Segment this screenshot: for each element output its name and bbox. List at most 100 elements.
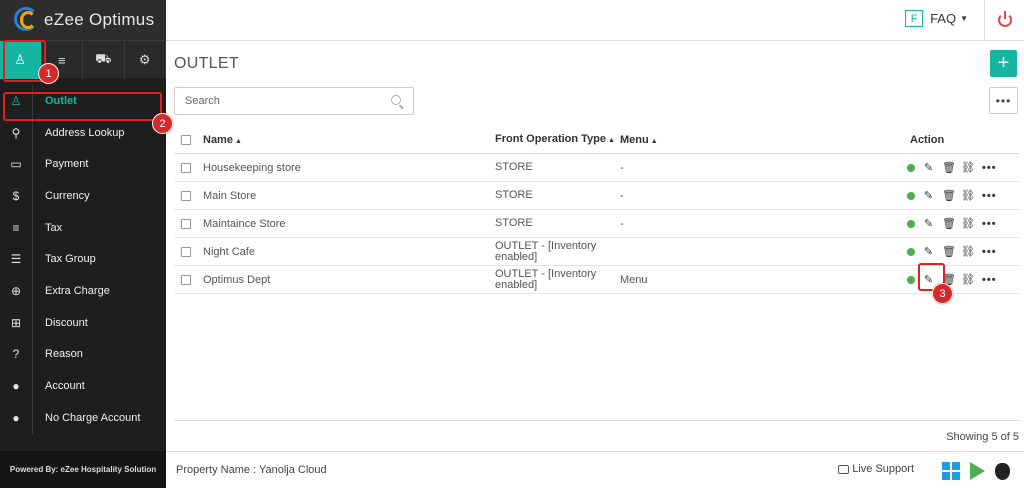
more-icon[interactable]: •••	[982, 218, 997, 230]
user-solid-icon: ●	[0, 370, 33, 402]
google-play-icon[interactable]	[970, 462, 985, 480]
cell-name: Optimus Dept	[203, 273, 271, 286]
sidebar-item-address-lookup[interactable]: ⚲ Address Lookup	[0, 116, 166, 149]
sidebar-item-label: Reason	[45, 348, 83, 361]
status-dot[interactable]	[907, 219, 915, 228]
cell-menu: -	[620, 161, 624, 174]
table-row: Main Store STORE - ✎ 🗑 ⛓ •••	[174, 182, 1019, 210]
status-dot[interactable]	[907, 275, 915, 284]
cell-menu: -	[620, 217, 624, 230]
column-name-label: Name	[203, 134, 233, 146]
link-icon[interactable]: ⛓	[961, 273, 975, 286]
sidebar-item-tax-group[interactable]: ☰ Tax Group	[0, 243, 166, 276]
windows-icon[interactable]	[942, 462, 960, 480]
cell-name: Maintaince Store	[203, 217, 286, 230]
sort-asc-icon: ▲	[650, 138, 658, 145]
powered-by: Powered By: eZee Hospitality Solution	[0, 451, 166, 488]
tab-settings[interactable]: ⚙	[125, 41, 166, 79]
status-dot[interactable]	[907, 247, 915, 256]
sidebar-item-label: Discount	[45, 316, 88, 329]
sidebar-item-extra-charge[interactable]: ⊕ Extra Charge	[0, 275, 166, 307]
link-icon[interactable]: ⛓	[961, 161, 975, 174]
link-icon[interactable]: ⛓	[961, 189, 975, 202]
row-checkbox[interactable]	[181, 274, 191, 285]
column-name[interactable]: Name ▲	[203, 134, 495, 146]
sidebar-item-account[interactable]: ● Account	[0, 370, 166, 402]
table-header: Name ▲ Front Operation Type ▲ Menu ▲ Action	[174, 127, 1019, 154]
trash-icon[interactable]: 🗑	[942, 245, 956, 258]
chat-icon	[838, 464, 850, 474]
live-support-link[interactable]: Live Support	[838, 463, 914, 475]
row-checkbox[interactable]	[181, 246, 191, 257]
row-checkbox[interactable]	[181, 190, 191, 201]
list-icon: ☰	[0, 243, 33, 276]
faq-badge: F	[905, 10, 924, 27]
bars-icon: ≡	[0, 211, 33, 244]
sidebar-item-payment[interactable]: ▭ Payment	[0, 148, 166, 181]
plus-circle-icon: ⊕	[0, 275, 33, 307]
column-type[interactable]: Front Operation Type ▲	[495, 134, 620, 146]
trash-icon[interactable]: 🗑	[942, 217, 956, 230]
sidebar-menu: ♙ Outlet ⚲ Address Lookup ▭ Payment $ Curren…	[0, 85, 166, 434]
cart-icon: ⛟	[95, 51, 112, 66]
app-logo[interactable]: eZee Optimus	[0, 0, 166, 40]
link-icon[interactable]: ⛓	[961, 217, 975, 230]
add-outlet-button[interactable]: +	[990, 50, 1017, 77]
table-row: Housekeeping store STORE - ✎ 🗑 ⛓ •••	[174, 154, 1019, 182]
annotation-badge-2: 2	[152, 113, 173, 134]
annotation-badge-3: 3	[932, 283, 953, 304]
sidebar-item-reason[interactable]: ? Reason	[0, 338, 166, 371]
bottom-bar: Property Name : Yanolja Cloud Live Suppo…	[166, 451, 1024, 488]
sidebar-item-label: Account	[45, 380, 85, 393]
sidebar-item-label: Currency	[45, 189, 90, 202]
row-actions: ✎ 🗑 ⛓ •••	[875, 161, 1015, 174]
link-icon[interactable]: ⛓	[961, 245, 975, 258]
property-name: Property Name : Yanolja Cloud	[176, 464, 327, 476]
trash-icon[interactable]: 🗑	[942, 161, 956, 174]
table-row: Optimus Dept OUTLET - [Inventory enabled…	[174, 266, 1019, 294]
column-action-label: Action	[910, 134, 945, 146]
cell-type: OUTLET - [Inventory enabled]	[495, 239, 597, 263]
column-type-label: Front Operation Type	[495, 133, 607, 145]
dollar-icon: $	[0, 180, 33, 212]
cell-name: Main Store	[203, 189, 257, 202]
sidebar-item-label: Tax Group	[45, 253, 96, 266]
sidebar-item-no-charge-account[interactable]: ● No Charge Account	[0, 401, 166, 434]
caret-down-icon: ▼	[960, 14, 968, 23]
gift-icon: ⊞	[0, 306, 33, 339]
edit-icon[interactable]: ✎	[923, 161, 934, 174]
more-icon[interactable]: •••	[982, 162, 997, 174]
faq-menu[interactable]: F FAQ ▼	[905, 10, 968, 27]
logout-button[interactable]	[984, 0, 1024, 40]
page-title: OUTLET	[174, 55, 239, 72]
apple-icon[interactable]	[995, 462, 1010, 480]
edit-icon[interactable]: ✎	[923, 217, 934, 230]
cell-menu: -	[620, 189, 624, 202]
status-dot[interactable]	[907, 191, 915, 200]
cell-type: STORE	[495, 217, 533, 229]
row-actions: ✎ 🗑 ⛓ •••	[875, 245, 1015, 258]
sidebar-item-currency[interactable]: $ Currency	[0, 180, 166, 212]
tab-cart[interactable]: ⛟	[83, 41, 125, 79]
edit-icon[interactable]: ✎	[923, 189, 934, 202]
sidebar-item-label: No Charge Account	[45, 411, 141, 424]
top-bar: F FAQ ▼	[166, 0, 1024, 41]
more-icon[interactable]: •••	[982, 246, 997, 258]
annotation-box-2	[3, 92, 162, 121]
more-icon[interactable]: •••	[982, 190, 997, 202]
faq-label: FAQ	[930, 11, 957, 26]
row-checkbox[interactable]	[181, 218, 191, 229]
search-box	[174, 87, 414, 115]
row-checkbox[interactable]	[181, 162, 191, 173]
search-input[interactable]	[185, 95, 385, 107]
search-icon[interactable]	[391, 95, 401, 105]
column-menu[interactable]: Menu ▲	[620, 134, 875, 146]
trash-icon[interactable]: 🗑	[942, 189, 956, 202]
sidebar-item-tax[interactable]: ≡ Tax	[0, 211, 166, 244]
more-options-button[interactable]: •••	[989, 87, 1018, 114]
more-icon[interactable]: •••	[982, 274, 997, 286]
select-all-checkbox[interactable]	[181, 135, 191, 145]
edit-icon[interactable]: ✎	[923, 245, 934, 258]
sidebar-item-discount[interactable]: ⊞ Discount	[0, 306, 166, 339]
status-dot[interactable]	[907, 163, 915, 172]
